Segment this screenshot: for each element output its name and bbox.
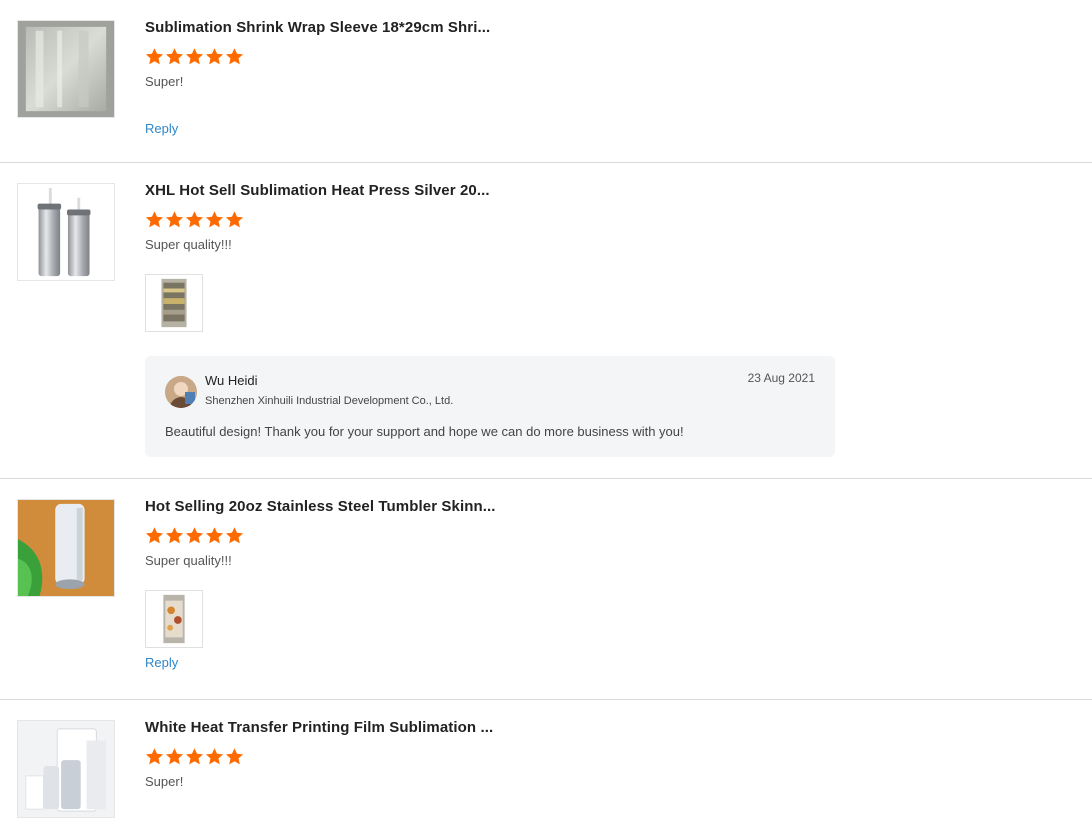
star-icon <box>145 210 164 229</box>
product-title[interactable]: Sublimation Shrink Wrap Sleeve 18*29cm S… <box>145 18 1092 38</box>
star-rating <box>145 47 1092 67</box>
review-comment: Super! <box>145 774 184 789</box>
star-icon <box>205 210 224 229</box>
review-comment: Super! <box>145 74 184 89</box>
seller-reply-text: Beautiful design! Thank you for your sup… <box>165 424 684 439</box>
seller-company: Shenzhen Xinhuili Industrial Development… <box>205 395 454 407</box>
star-icon <box>165 747 184 766</box>
star-icon <box>165 526 184 545</box>
review-item: XHL Hot Sell Sublimation Heat Press Silv… <box>0 163 1092 479</box>
star-icon <box>145 747 164 766</box>
star-icon <box>185 747 204 766</box>
star-icon <box>225 210 244 229</box>
star-icon <box>185 210 204 229</box>
product-thumbnail[interactable] <box>17 499 115 597</box>
star-icon <box>185 47 204 66</box>
star-icon <box>225 747 244 766</box>
star-rating <box>145 526 1092 546</box>
star-icon <box>205 47 224 66</box>
review-photo[interactable] <box>145 274 203 332</box>
star-icon <box>205 747 224 766</box>
review-list: Sublimation Shrink Wrap Sleeve 18*29cm S… <box>0 0 1092 823</box>
product-title[interactable]: XHL Hot Sell Sublimation Heat Press Silv… <box>145 181 1092 201</box>
star-icon <box>185 526 204 545</box>
star-rating <box>145 210 1092 230</box>
review-item: Sublimation Shrink Wrap Sleeve 18*29cm S… <box>0 0 1092 163</box>
star-icon <box>165 210 184 229</box>
product-title[interactable]: Hot Selling 20oz Stainless Steel Tumbler… <box>145 497 1092 517</box>
star-icon <box>225 526 244 545</box>
star-icon <box>205 526 224 545</box>
review-comment: Super quality!!! <box>145 237 232 252</box>
review-item: Hot Selling 20oz Stainless Steel Tumbler… <box>0 479 1092 700</box>
star-rating <box>145 747 1092 767</box>
star-icon <box>145 47 164 66</box>
product-title[interactable]: White Heat Transfer Printing Film Sublim… <box>145 718 1092 738</box>
seller-name: Wu Heidi <box>205 373 258 388</box>
star-icon <box>225 47 244 66</box>
product-thumbnail[interactable] <box>17 183 115 281</box>
product-thumbnail[interactable] <box>17 20 115 118</box>
review-item: White Heat Transfer Printing Film Sublim… <box>0 700 1092 823</box>
product-thumbnail[interactable] <box>17 720 115 818</box>
review-photo[interactable] <box>145 590 203 648</box>
star-icon <box>145 526 164 545</box>
reply-date: 23 Aug 2021 <box>747 371 815 385</box>
review-comment: Super quality!!! <box>145 553 232 568</box>
reply-link[interactable]: Reply <box>145 654 178 672</box>
seller-reply: Wu Heidi Shenzhen Xinhuili Industrial De… <box>145 356 835 457</box>
reply-link[interactable]: Reply <box>145 120 178 138</box>
star-icon <box>165 47 184 66</box>
seller-avatar <box>165 376 197 408</box>
